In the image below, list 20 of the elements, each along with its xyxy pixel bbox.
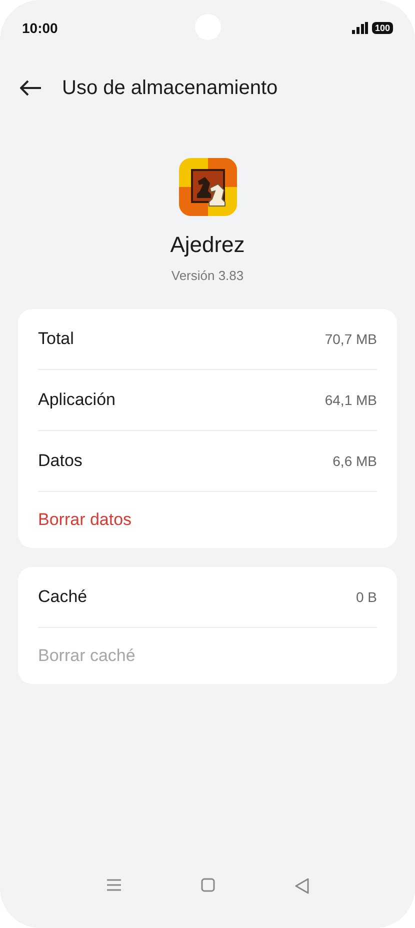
battery-level: 100	[372, 22, 393, 34]
home-icon[interactable]	[200, 878, 214, 892]
menu-icon[interactable]	[106, 878, 120, 892]
row-value: 64,1 MB	[324, 392, 377, 408]
app-version: Versión 3.83	[171, 268, 244, 283]
row-value: 6,6 MB	[332, 453, 377, 469]
clear-button[interactable]: Borrar datos	[38, 510, 132, 530]
row-value: 70,7 MB	[324, 331, 377, 347]
row-label: Total	[38, 329, 74, 349]
app-name: Ajedrez	[170, 232, 245, 258]
back-icon[interactable]	[294, 878, 308, 894]
signal-icon	[352, 22, 368, 34]
row-label: Aplicación	[38, 390, 116, 410]
row-label: Datos	[38, 451, 82, 471]
app-icon	[178, 158, 236, 216]
row-value: 0 B	[356, 589, 377, 605]
row-label: Caché	[38, 587, 88, 607]
status-time: 10:00	[22, 20, 58, 36]
back-button[interactable]	[20, 80, 42, 96]
page-title: Uso de almacenamiento	[62, 76, 278, 100]
